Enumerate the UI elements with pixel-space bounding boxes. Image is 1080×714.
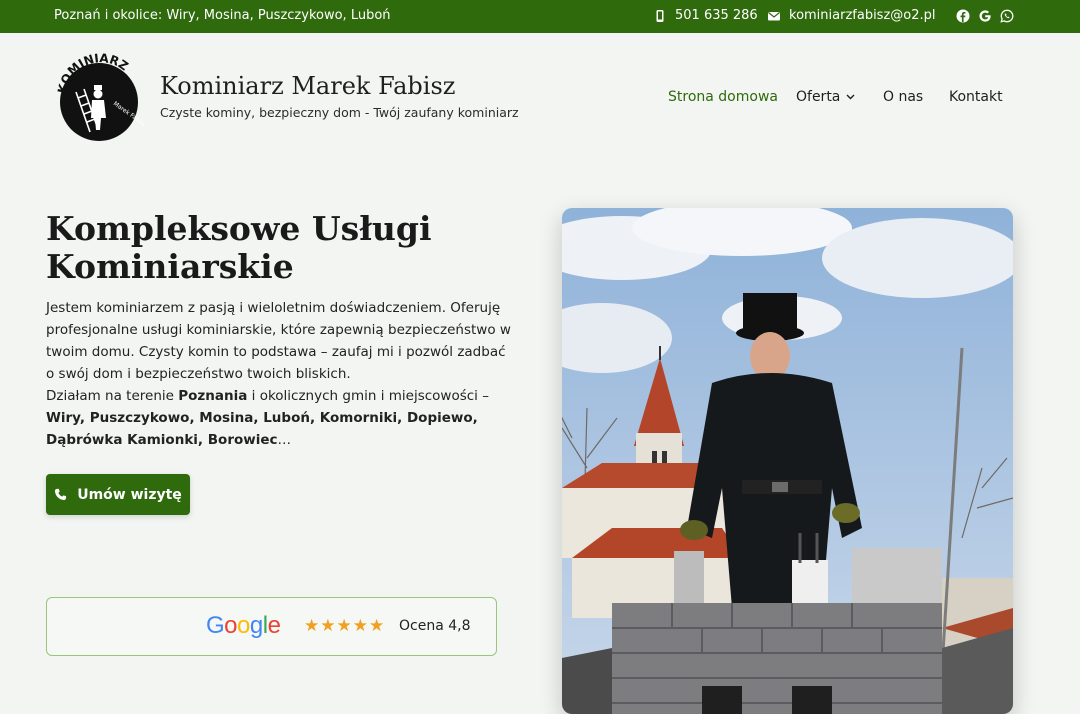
hero-image: [562, 208, 1013, 714]
chevron-down-icon: [846, 94, 855, 100]
area-city: Poznania: [178, 388, 248, 404]
hero-title: Kompleksowe Usługi Kominiarskie: [46, 209, 432, 286]
rating-score: Ocena 4,8: [399, 618, 471, 634]
phone-link[interactable]: 501 635 286: [653, 8, 758, 23]
area-suffix: …: [277, 432, 292, 448]
area-places: Wiry, Puszczykowo, Mosina, Luboń, Komorn…: [46, 410, 478, 448]
google-rating-card[interactable]: Google ★★★★★ Ocena 4,8: [46, 597, 497, 656]
envelope-icon: [768, 11, 780, 20]
service-area-paragraph: Działam na terenie Poznania i okolicznyc…: [46, 385, 506, 451]
phone-icon: [55, 488, 67, 501]
chimney-sweep-photo: [562, 208, 1013, 714]
phone-number: 501 635 286: [675, 8, 758, 23]
book-visit-label: Umów wizytę: [77, 486, 182, 503]
nav-home[interactable]: Strona domowa: [668, 89, 778, 105]
google-icon[interactable]: [978, 9, 992, 23]
whatsapp-icon[interactable]: [1000, 9, 1014, 23]
facebook-icon[interactable]: [956, 9, 970, 23]
nav-offer-label: Oferta: [796, 89, 841, 105]
top-bar: Poznań i okolice: Wiry, Mosina, Puszczyk…: [0, 0, 1080, 33]
chimney-sweep-logo: KOMINIARZ Marek Fabisz: [55, 51, 147, 141]
area-prefix: Działam na terenie: [46, 388, 179, 404]
rating-stars: ★★★★★: [304, 616, 386, 636]
social-links: [956, 9, 1014, 23]
google-logo: Google: [206, 612, 281, 639]
site-tagline: Czyste kominy, bezpieczny dom - Twój zau…: [160, 105, 519, 120]
email-link[interactable]: kominiarzfabisz@o2.pl: [767, 8, 936, 23]
book-visit-button[interactable]: Umów wizytę: [46, 474, 190, 515]
hero-paragraph: Jestem kominiarzem z pasją i wieloletnim…: [46, 300, 511, 382]
nav-about[interactable]: O nas: [883, 89, 923, 105]
email-address: kominiarzfabisz@o2.pl: [789, 8, 936, 23]
location-text: Poznań i okolice: Wiry, Mosina, Puszczyk…: [54, 8, 391, 23]
mobile-phone-icon: [656, 9, 664, 22]
logo[interactable]: KOMINIARZ Marek Fabisz: [54, 51, 147, 142]
site-title[interactable]: Kominiarz Marek Fabisz: [160, 72, 455, 100]
nav-contact[interactable]: Kontakt: [949, 89, 1003, 105]
area-mid: i okolicznych gmin i miejscowości –: [247, 388, 489, 404]
nav-offer[interactable]: Oferta: [796, 89, 855, 105]
